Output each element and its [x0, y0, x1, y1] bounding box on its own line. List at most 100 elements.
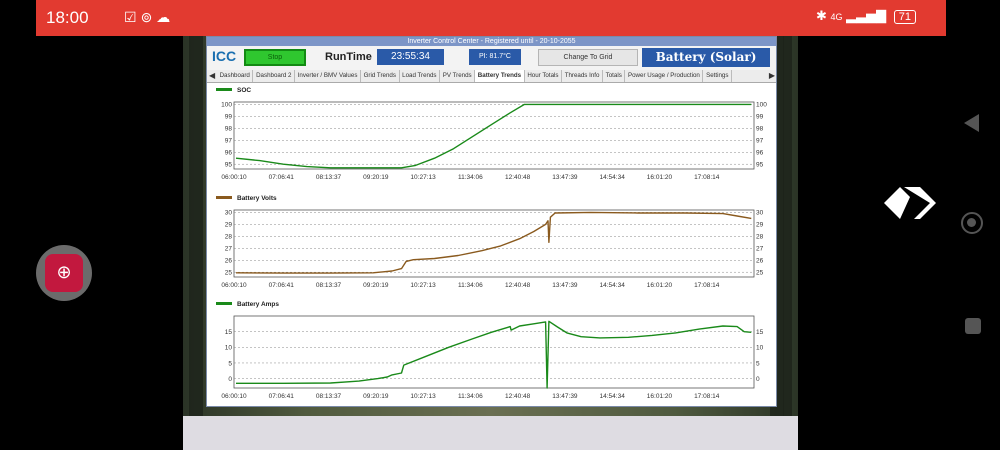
x-tick-label: 09:20:19: [363, 174, 389, 181]
tab-inverter-bmv-values[interactable]: Inverter / BMV Values: [295, 70, 362, 82]
runtime-value: 23:55:34: [377, 49, 444, 65]
battery-icon: 71: [893, 10, 916, 24]
x-tick-label: 14:54:34: [600, 393, 626, 400]
x-tick-label: 17:08:14: [694, 393, 720, 400]
y-tick-label-right: 95: [756, 162, 764, 169]
x-tick-label: 12:40:48: [505, 174, 531, 181]
x-tick-label: 17:08:14: [694, 282, 720, 289]
stop-button[interactable]: Stop: [244, 49, 306, 66]
y-tick-label-right: 100: [756, 102, 767, 109]
battery-level: 71: [898, 11, 911, 23]
x-tick-label: 16:01:20: [647, 393, 673, 400]
x-tick-label: 06:00:10: [221, 393, 247, 400]
x-tick-label: 07:06:41: [269, 282, 295, 289]
bottom-panel: [183, 416, 798, 450]
tab-load-trends[interactable]: Load Trends: [400, 70, 441, 82]
y-tick-label-right: 0: [756, 376, 760, 383]
x-tick-label: 10:27:13: [410, 282, 436, 289]
tab-power-usage-production[interactable]: Power Usage / Production: [625, 70, 704, 82]
home-icon[interactable]: [961, 212, 983, 234]
tab-battery-trends[interactable]: Battery Trends: [475, 70, 525, 82]
x-tick-label: 10:27:13: [410, 393, 436, 400]
y-tick-label-right: 5: [756, 360, 760, 367]
y-tick-label: 26: [225, 258, 233, 265]
x-tick-label: 13:47:39: [552, 282, 578, 289]
legend-swatch: [216, 302, 232, 305]
chart-legend: Battery Amps: [216, 301, 279, 308]
x-tick-label: 12:40:48: [505, 393, 531, 400]
x-tick-label: 12:40:48: [505, 282, 531, 289]
tab-pv-trends[interactable]: PV Trends: [440, 70, 476, 82]
y-tick-label-right: 96: [756, 150, 764, 157]
soc-chart: SOC 95 95 96 96 97 97 98 98 99 99 100 100 06:00:10 07:…: [207, 84, 776, 187]
x-tick-label: 09:20:19: [363, 393, 389, 400]
tab-threads-info[interactable]: Threads Info: [562, 70, 604, 82]
y-tick-label-right: 99: [756, 114, 764, 121]
x-tick-label: 10:27:13: [410, 174, 436, 181]
app-logo: ICC: [212, 48, 237, 64]
y-tick-label: 98: [225, 126, 233, 133]
plot-area: [233, 101, 755, 170]
app-window: Inverter Control Center - Registered unt…: [206, 36, 777, 407]
x-tick-label: 13:47:39: [552, 393, 578, 400]
tab-dashboard-2[interactable]: Dashboard 2: [253, 70, 296, 82]
zoom-icon: ⊕: [45, 254, 83, 292]
y-tick-label: 96: [225, 150, 233, 157]
x-tick-label: 16:01:20: [647, 174, 673, 181]
tab-scroll-right-icon[interactable]: ▶: [769, 70, 775, 82]
change-to-grid-button[interactable]: Change To Grid: [538, 49, 638, 66]
y-tick-label-right: 26: [756, 258, 764, 265]
tab-scroll-left-icon[interactable]: ◀: [209, 70, 215, 82]
legend-label: Battery Amps: [237, 301, 279, 308]
plot-area: [233, 315, 755, 389]
remote-desktop-icon[interactable]: [882, 183, 938, 223]
y-tick-label: 15: [225, 329, 233, 336]
legend-label: Battery Volts: [237, 195, 277, 202]
chart-legend: SOC: [216, 87, 251, 94]
check-icon: ☑: [124, 9, 141, 25]
y-tick-label: 5: [228, 360, 232, 367]
x-tick-label: 17:08:14: [694, 174, 720, 181]
y-tick-label: 27: [225, 246, 233, 253]
android-screen: 18:00 ☑⊚☁ ✱ 4G ▂▃▅▇ 71 ⊕ Inverter Contro…: [0, 0, 1000, 450]
y-tick-label: 28: [225, 234, 233, 241]
legend-label: SOC: [237, 87, 251, 94]
back-icon[interactable]: [964, 114, 979, 132]
x-tick-label: 09:20:19: [363, 282, 389, 289]
clock: 18:00: [46, 8, 89, 27]
y-tick-label-right: 25: [756, 270, 764, 277]
notification-icons: ☑⊚☁: [124, 9, 174, 26]
x-tick-label: 08:13:37: [316, 174, 342, 181]
tab-dashboard[interactable]: Dashboard: [217, 70, 254, 82]
tab-hour-totals[interactable]: Hour Totals: [525, 70, 563, 82]
window-title: Inverter Control Center - Registered unt…: [207, 37, 776, 46]
y-tick-label: 30: [225, 210, 233, 217]
y-tick-label: 95: [225, 162, 233, 169]
y-tick-label: 10: [225, 345, 233, 352]
y-tick-label: 29: [225, 222, 233, 229]
chart-legend: Battery Volts: [216, 195, 277, 202]
x-tick-label: 06:00:10: [221, 174, 247, 181]
x-tick-label: 14:54:34: [600, 282, 626, 289]
x-tick-label: 13:47:39: [552, 174, 578, 181]
battery-mode-badge: Battery (Solar): [642, 48, 770, 67]
y-tick-label-right: 30: [756, 210, 764, 217]
network-type: 4G: [830, 12, 843, 22]
magnifier-button[interactable]: ⊕: [36, 245, 92, 301]
tab-grid-trends[interactable]: Grid Trends: [361, 70, 400, 82]
status-right: ✱ 4G ▂▃▅▇ 71: [816, 8, 916, 24]
recents-icon[interactable]: [965, 318, 981, 334]
y-tick-label: 0: [228, 376, 232, 383]
x-tick-label: 06:00:10: [221, 282, 247, 289]
tab-settings[interactable]: Settings: [703, 70, 733, 82]
y-tick-label: 99: [225, 114, 233, 121]
x-tick-label: 08:13:37: [316, 282, 342, 289]
y-tick-label-right: 15: [756, 329, 764, 336]
tab-totals[interactable]: Totals: [603, 70, 626, 82]
x-tick-label: 11:34:06: [458, 174, 483, 181]
legend-swatch: [216, 88, 232, 91]
y-tick-label-right: 10: [756, 345, 764, 352]
status-bar: 18:00 ☑⊚☁ ✱ 4G ▂▃▅▇ 71: [36, 0, 946, 36]
x-tick-label: 07:06:41: [269, 174, 295, 181]
y-tick-label-right: 98: [756, 126, 764, 133]
